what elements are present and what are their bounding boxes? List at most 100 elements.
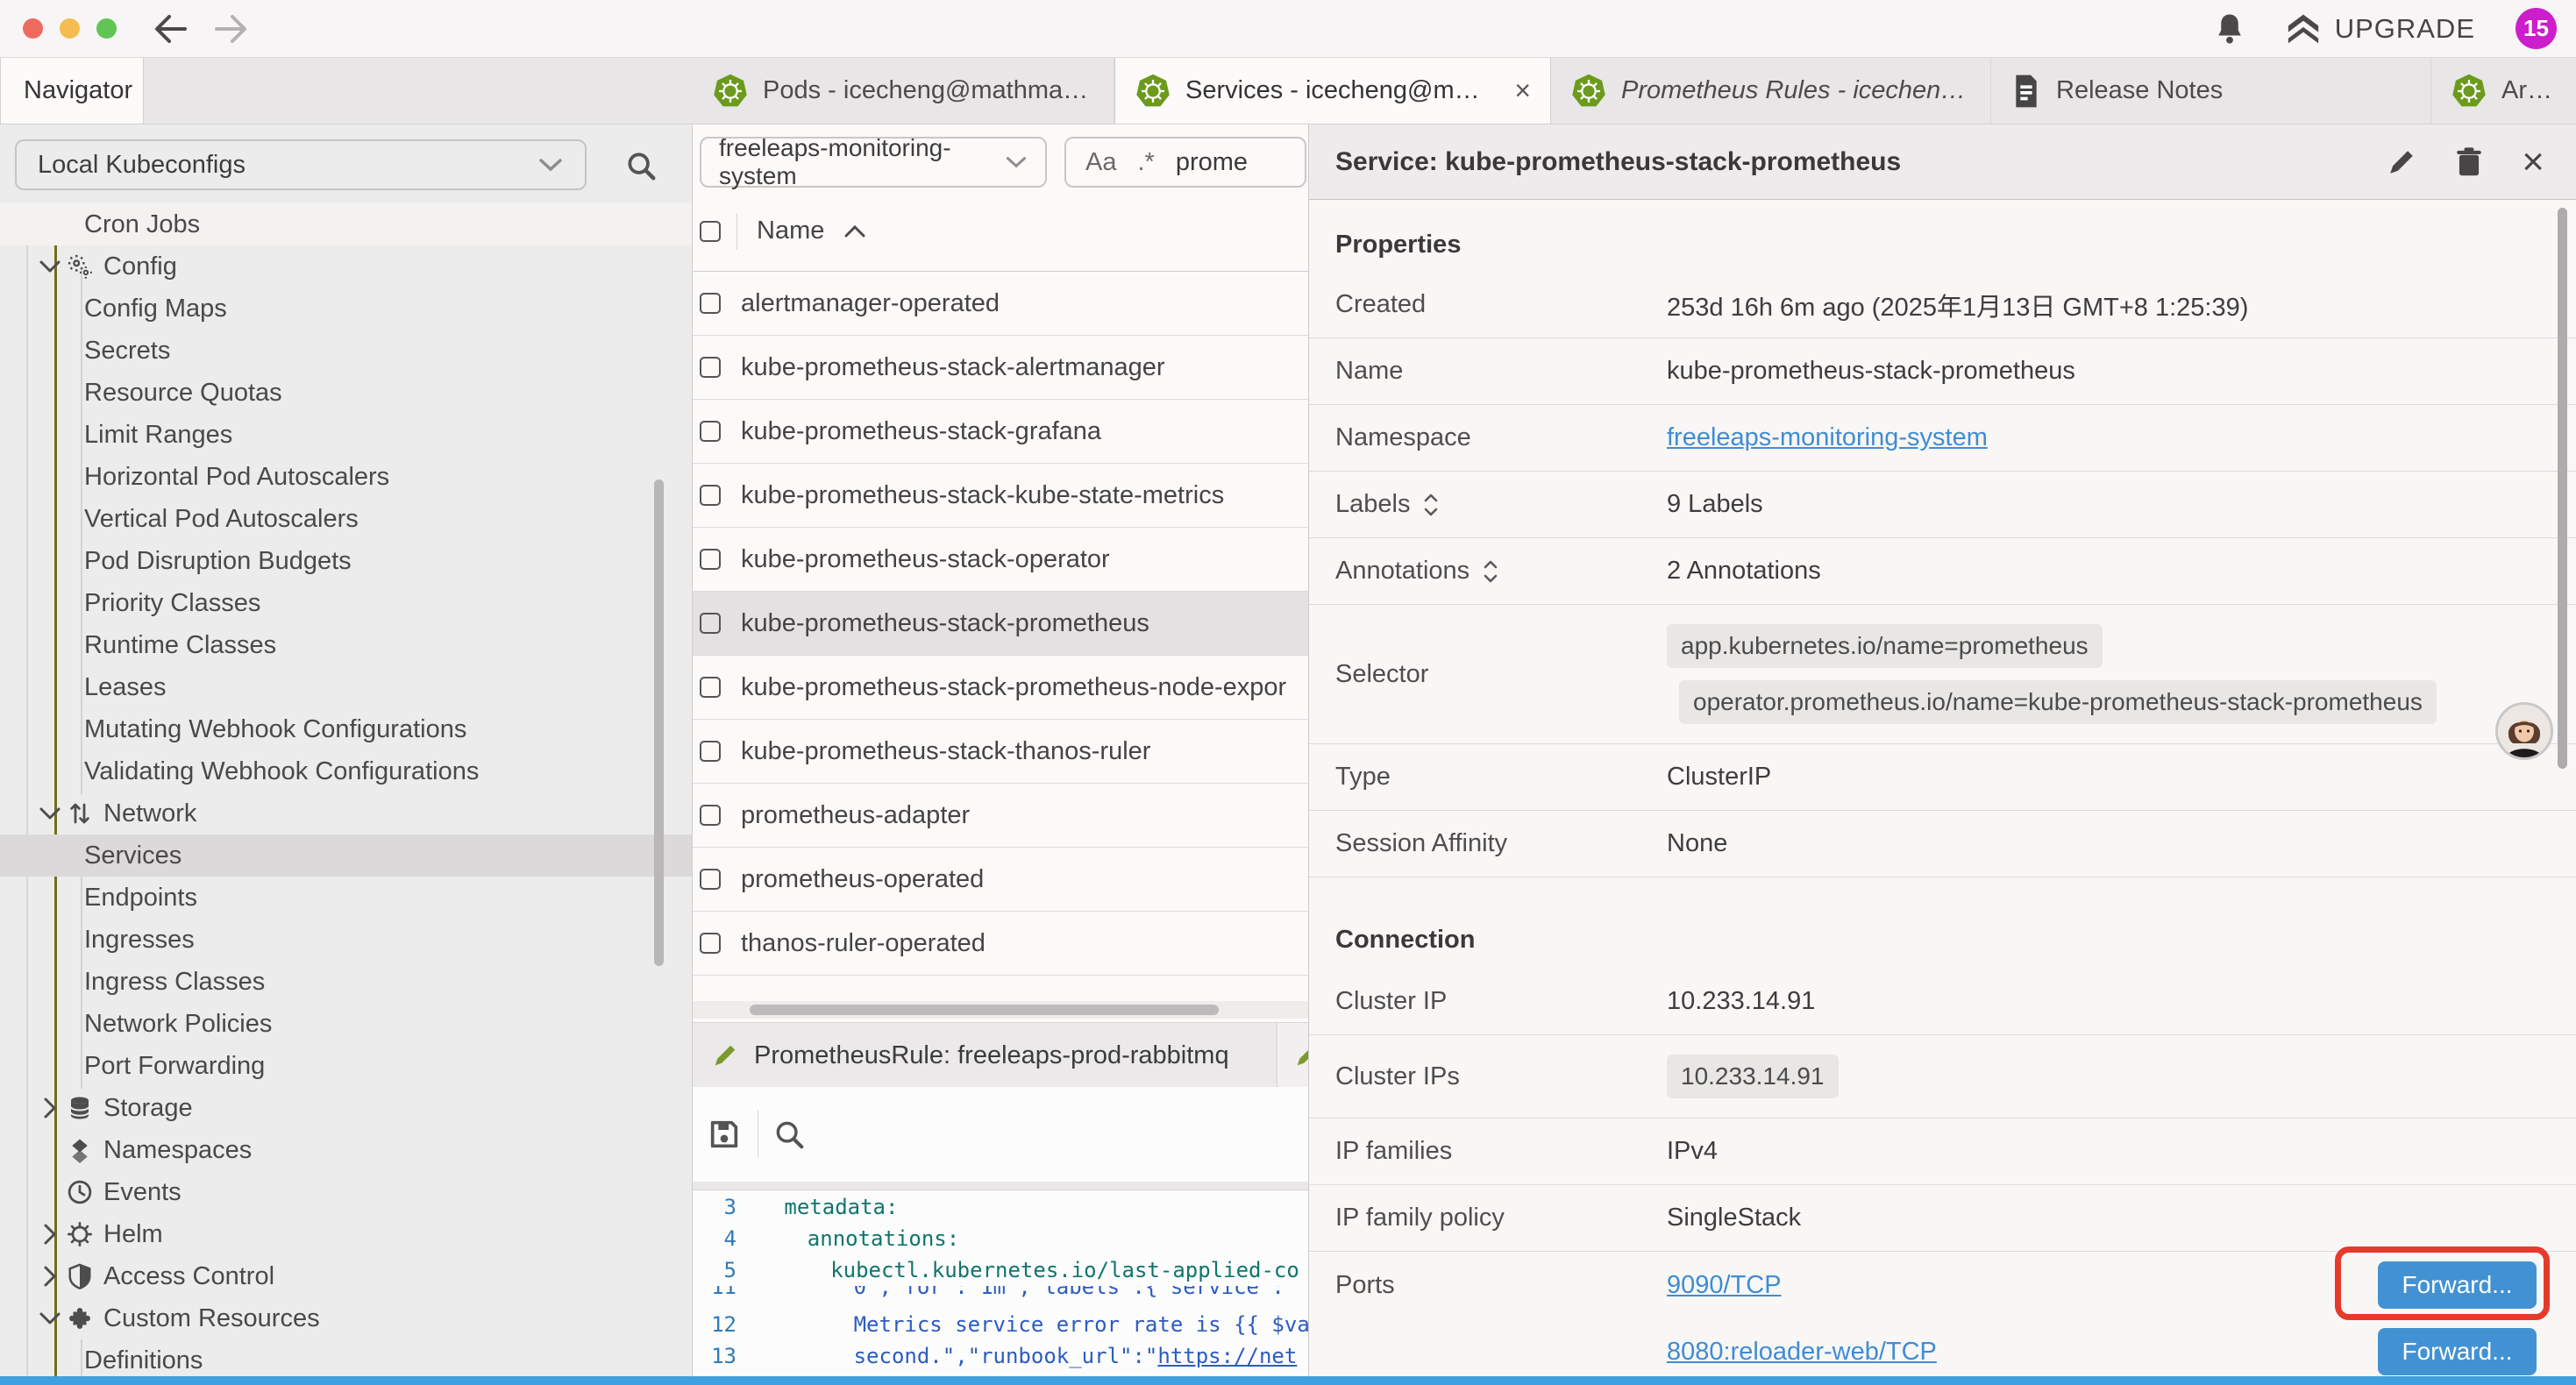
forward-button[interactable]: Forward... <box>2378 1261 2537 1309</box>
tab-services-icecheng-math[interactable]: Services - icecheng@math...× <box>1114 58 1551 124</box>
window-zoom-button[interactable] <box>96 18 117 39</box>
sidebar-item-horizontal-pod-autoscalers[interactable]: Horizontal Pod Autoscalers <box>0 456 692 498</box>
edit-pencil-icon[interactable] <box>2387 147 2416 177</box>
detail-scrollbar[interactable] <box>2558 208 2567 769</box>
sidebar-item-ingresses[interactable]: Ingresses <box>0 919 692 961</box>
row-checkbox[interactable] <box>700 677 721 698</box>
sidebar-item-vertical-pod-autoscalers[interactable]: Vertical Pod Autoscalers <box>0 498 692 540</box>
table-row-kube-prometheus-stack-operator[interactable]: kube-prometheus-stack-operator <box>693 528 1308 592</box>
yaml-editor[interactable]: 3metadata:4annotations:5kubectl.kubernet… <box>693 1191 1308 1376</box>
table-row-kube-prometheus-stack-grafana[interactable]: kube-prometheus-stack-grafana <box>693 400 1308 464</box>
detail-link-freeleaps-monitoring-system[interactable]: freeleaps-monitoring-system <box>1667 423 1988 452</box>
chevron-right-icon[interactable] <box>37 1223 63 1246</box>
window-close-button[interactable] <box>23 18 43 39</box>
port-link-9090-tcp[interactable]: 9090/TCP <box>1667 1271 1782 1300</box>
select-all-checkbox[interactable] <box>700 221 721 242</box>
sidebar-item-namespaces[interactable]: Namespaces <box>0 1129 692 1171</box>
save-icon[interactable] <box>707 1117 742 1152</box>
row-checkbox[interactable] <box>700 869 721 890</box>
back-arrow-icon[interactable] <box>152 14 189 44</box>
editor-tab-next-partial[interactable] <box>1278 1023 1308 1088</box>
table-row-kube-prometheus-stack-thanos-ruler[interactable]: kube-prometheus-stack-thanos-ruler <box>693 720 1308 784</box>
row-checkbox[interactable] <box>700 805 721 826</box>
table-row-kube-prometheus-stack-alertmanager[interactable]: kube-prometheus-stack-alertmanager <box>693 336 1308 400</box>
sidebar-item-services[interactable]: Services <box>0 835 692 877</box>
assistant-avatar[interactable] <box>2495 702 2553 760</box>
sidebar-item-ingress-classes[interactable]: Ingress Classes <box>0 961 692 1003</box>
sidebar-item-storage[interactable]: Storage <box>0 1087 692 1129</box>
sidebar-item-limit-ranges[interactable]: Limit Ranges <box>0 414 692 456</box>
row-checkbox[interactable] <box>700 357 721 378</box>
sidebar-item-leases[interactable]: Leases <box>0 666 692 708</box>
sidebar-item-config[interactable]: Config <box>0 245 692 288</box>
chevron-down-icon[interactable] <box>37 806 63 820</box>
table-row-kube-prometheus-stack-prometheus[interactable]: kube-prometheus-stack-prometheus <box>693 592 1308 656</box>
table-horizontal-scrollbar[interactable] <box>693 1001 1308 1019</box>
window-minimize-button[interactable] <box>60 18 80 39</box>
row-checkbox[interactable] <box>700 933 721 954</box>
upgrade-button[interactable]: UPGRADE <box>2286 13 2475 45</box>
row-checkbox[interactable] <box>700 741 721 762</box>
table-row-prometheus-operated[interactable]: prometheus-operated <box>693 848 1308 912</box>
chevron-down-icon[interactable] <box>37 1311 63 1325</box>
row-checkbox[interactable] <box>700 549 721 570</box>
regex-toggle[interactable]: .* <box>1137 148 1154 177</box>
sidebar-item-validating-webhook-configurations[interactable]: Validating Webhook Configurations <box>0 750 692 792</box>
forward-arrow-icon[interactable] <box>213 14 250 44</box>
sidebar-item-pod-disruption-budgets[interactable]: Pod Disruption Budgets <box>0 540 692 582</box>
sidebar-item-definitions[interactable]: Definitions <box>0 1339 692 1376</box>
match-case-toggle[interactable]: Aa <box>1085 148 1116 177</box>
table-row-alertmanager-operated[interactable]: alertmanager-operated <box>693 272 1308 336</box>
row-checkbox[interactable] <box>700 421 721 442</box>
scrollbar-thumb[interactable] <box>750 1005 1219 1015</box>
sort-updown-icon[interactable] <box>1482 558 1499 585</box>
notifications-bell-icon[interactable] <box>2214 11 2245 46</box>
sort-ascending-caret-icon[interactable] <box>843 224 866 238</box>
sidebar-item-access-control[interactable]: Access Control <box>0 1255 692 1297</box>
sidebar-item-network[interactable]: Network <box>0 792 692 835</box>
code-link[interactable]: https://net <box>1157 1344 1297 1368</box>
row-checkbox[interactable] <box>700 293 721 314</box>
sidebar-item-priority-classes[interactable]: Priority Classes <box>0 582 692 624</box>
sidebar-item-config-maps[interactable]: Config Maps <box>0 288 692 330</box>
table-row-kube-prometheus-stack-prometheus-node-expor[interactable]: kube-prometheus-stack-prometheus-node-ex… <box>693 656 1308 720</box>
sidebar-item-mutating-webhook-configurations[interactable]: Mutating Webhook Configurations <box>0 708 692 750</box>
table-row-thanos-ruler-operated[interactable]: thanos-ruler-operated <box>693 912 1308 976</box>
sidebar-search-icon[interactable] <box>624 149 658 182</box>
close-icon[interactable]: × <box>2522 143 2544 181</box>
namespace-filter-select[interactable]: freeleaps-monitoring-system <box>700 137 1047 188</box>
table-search-input[interactable]: Aa .* prome <box>1064 137 1306 188</box>
chevron-right-icon[interactable] <box>37 1097 63 1119</box>
sidebar-item-network-policies[interactable]: Network Policies <box>0 1003 692 1045</box>
sidebar-item-events[interactable]: Events <box>0 1171 692 1213</box>
tab-close-icon[interactable]: × <box>1514 75 1531 107</box>
sidebar-item-resource-quotas[interactable]: Resource Quotas <box>0 372 692 414</box>
editor-search-icon[interactable] <box>772 1118 806 1151</box>
row-checkbox[interactable] <box>700 613 721 634</box>
sidebar-scrollbar[interactable] <box>654 479 664 966</box>
name-column-header[interactable]: Name <box>757 217 824 245</box>
editor-tab-prometheusrule[interactable]: PrometheusRule: freeleaps-prod-rabbitmq <box>693 1023 1277 1088</box>
sidebar-item-endpoints[interactable]: Endpoints <box>0 877 692 919</box>
table-row-kube-prometheus-stack-kube-state-metrics[interactable]: kube-prometheus-stack-kube-state-metrics <box>693 464 1308 528</box>
chevron-down-icon[interactable] <box>37 259 63 273</box>
forward-button[interactable]: Forward... <box>2378 1328 2537 1375</box>
sort-updown-icon[interactable] <box>1422 492 1440 518</box>
sidebar-item-secrets[interactable]: Secrets <box>0 330 692 372</box>
table-row-prometheus-adapter[interactable]: prometheus-adapter <box>693 784 1308 848</box>
chevron-right-icon[interactable] <box>37 1265 63 1288</box>
tab-navigator[interactable]: Navigator <box>0 58 144 124</box>
sidebar-item-helm[interactable]: Helm <box>0 1213 692 1255</box>
row-checkbox[interactable] <box>700 485 721 506</box>
kubeconfig-selector[interactable]: Local Kubeconfigs <box>15 139 587 190</box>
tab-argo-se[interactable]: Argo Se <box>2431 58 2576 124</box>
sidebar-item-port-forwarding[interactable]: Port Forwarding <box>0 1045 692 1087</box>
sidebar-item-custom-resources[interactable]: Custom Resources <box>0 1297 692 1339</box>
delete-trash-icon[interactable] <box>2455 146 2483 178</box>
notification-count-badge[interactable]: 15 <box>2516 8 2557 49</box>
port-link-8080-reloader-web-tcp[interactable]: 8080:reloader-web/TCP <box>1667 1338 1937 1367</box>
tab-release-notes[interactable]: Release Notes <box>1991 58 2431 124</box>
tab-pods-icecheng-mathmas[interactable]: Pods - icecheng@mathmas... <box>693 58 1114 124</box>
sidebar-item-runtime-classes[interactable]: Runtime Classes <box>0 624 692 666</box>
tab-prometheus-rules-icecheng[interactable]: Prometheus Rules - icecheng... <box>1551 58 1991 124</box>
